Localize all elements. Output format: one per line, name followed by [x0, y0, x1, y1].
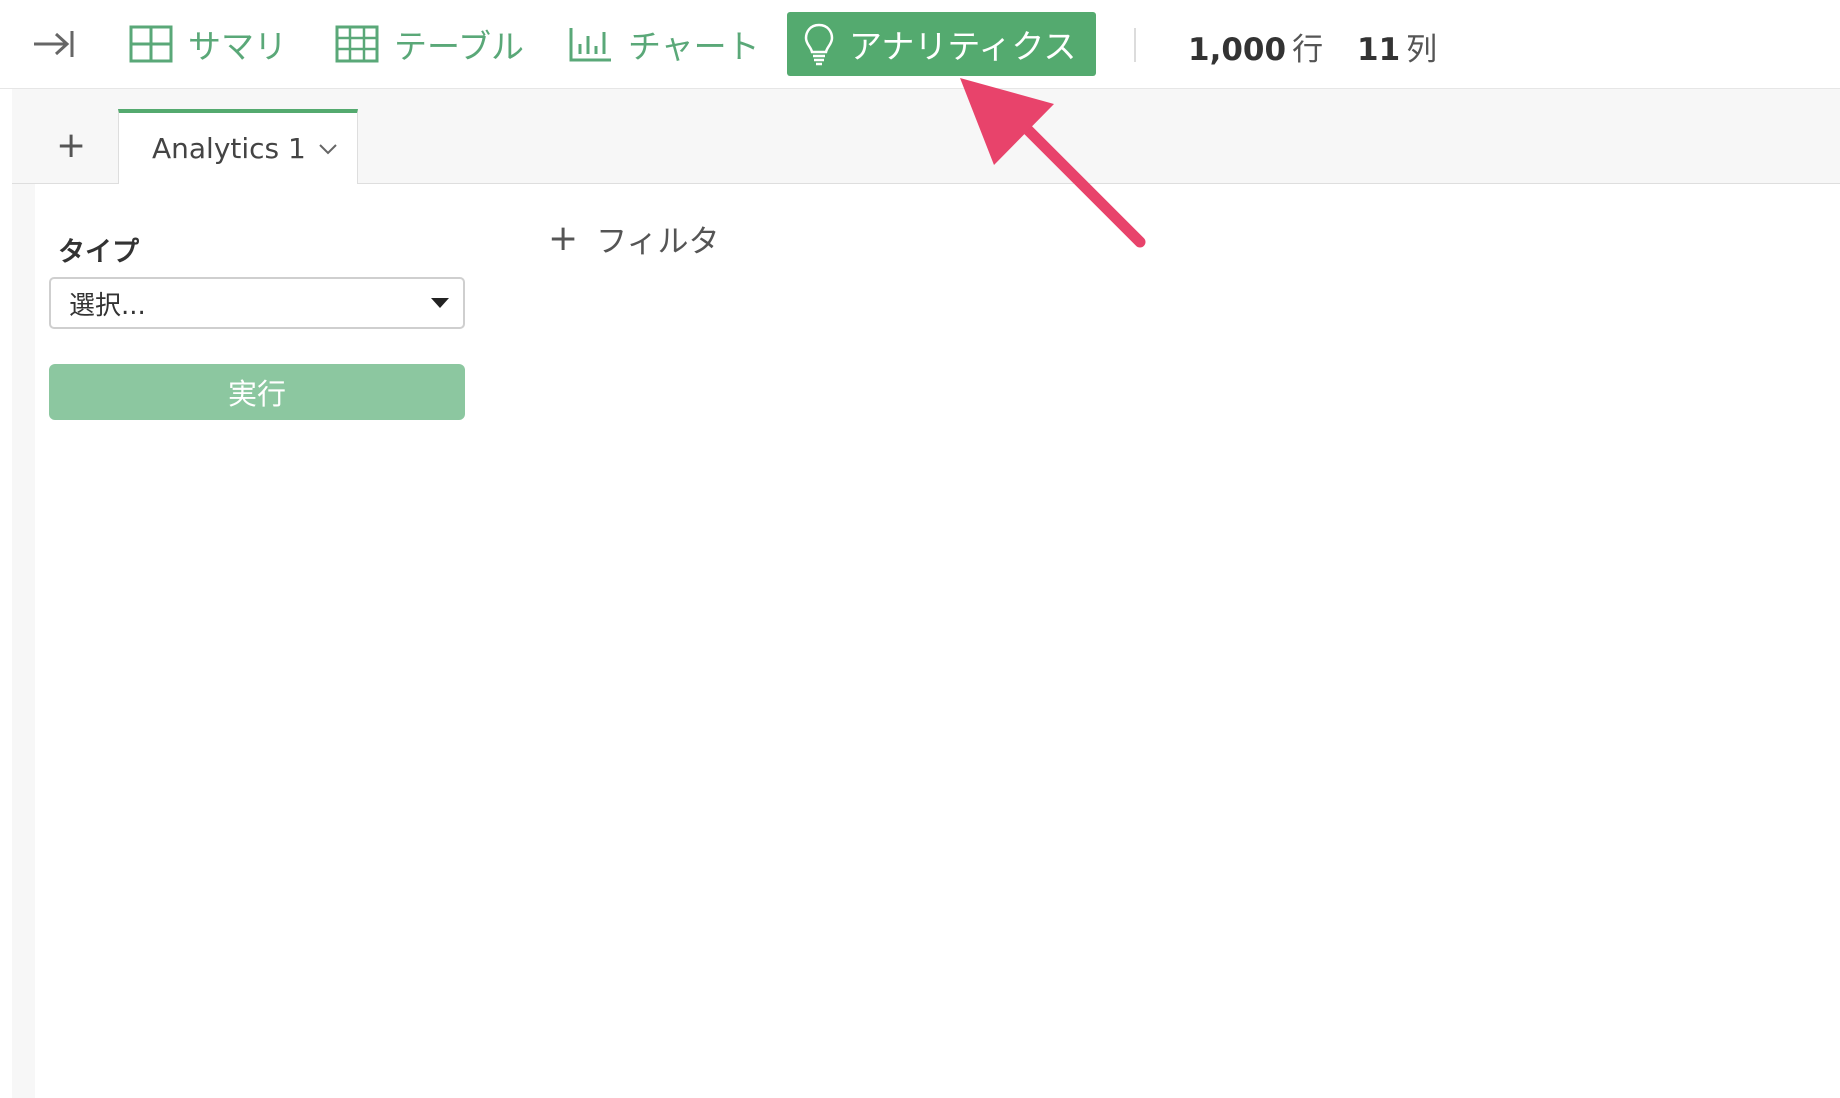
run-button-label: 実行	[227, 377, 286, 411]
tab-analytics[interactable]: アナリティクス	[787, 12, 1097, 76]
row-count-unit: 行	[1292, 32, 1324, 68]
tab-analytics-1[interactable]: Analytics 1	[118, 109, 358, 184]
table-icon	[334, 24, 380, 64]
tab-analytics-1-label: Analytics 1	[152, 132, 306, 165]
column-count: 11 列	[1357, 24, 1437, 69]
tab-summary[interactable]: サマリ	[128, 12, 287, 76]
left-edge	[0, 89, 12, 1098]
collapse-panel-button[interactable]	[30, 12, 90, 76]
summary-grid-icon	[128, 24, 174, 64]
type-select-value: 選択...	[69, 290, 146, 321]
toolbar-divider	[1134, 28, 1136, 62]
add-tab-button[interactable]: +	[56, 128, 86, 164]
column-count-value: 11	[1357, 32, 1401, 68]
plus-icon: +	[548, 218, 579, 259]
plus-icon: +	[56, 125, 87, 166]
collapse-panel-icon	[30, 27, 76, 61]
add-filter-button[interactable]: + フィルタ	[548, 216, 720, 261]
tab-table-label: テーブル	[394, 27, 525, 66]
tab-analytics-label: アナリティクス	[849, 27, 1077, 66]
column-count-unit: 列	[1406, 32, 1438, 68]
caret-down-icon	[431, 298, 449, 308]
tab-chart[interactable]: チャート	[568, 12, 760, 76]
lightbulb-icon	[803, 22, 835, 66]
tab-table[interactable]: テーブル	[334, 12, 524, 76]
tab-chart-label: チャート	[628, 27, 760, 66]
top-toolbar: サマリ テーブル チャート アナリティクス 1,000 行 11 列	[0, 0, 1840, 89]
row-count: 1,000 行	[1188, 24, 1323, 69]
add-filter-label: フィルタ	[596, 224, 720, 260]
bar-chart-icon	[568, 24, 614, 64]
type-select[interactable]: 選択...	[49, 277, 465, 329]
row-count-value: 1,000	[1188, 32, 1287, 68]
chevron-down-icon[interactable]	[318, 142, 338, 156]
run-button[interactable]: 実行	[49, 364, 465, 420]
tab-summary-label: サマリ	[188, 27, 287, 66]
type-label: タイプ	[58, 237, 139, 268]
side-gutter	[12, 89, 35, 1098]
